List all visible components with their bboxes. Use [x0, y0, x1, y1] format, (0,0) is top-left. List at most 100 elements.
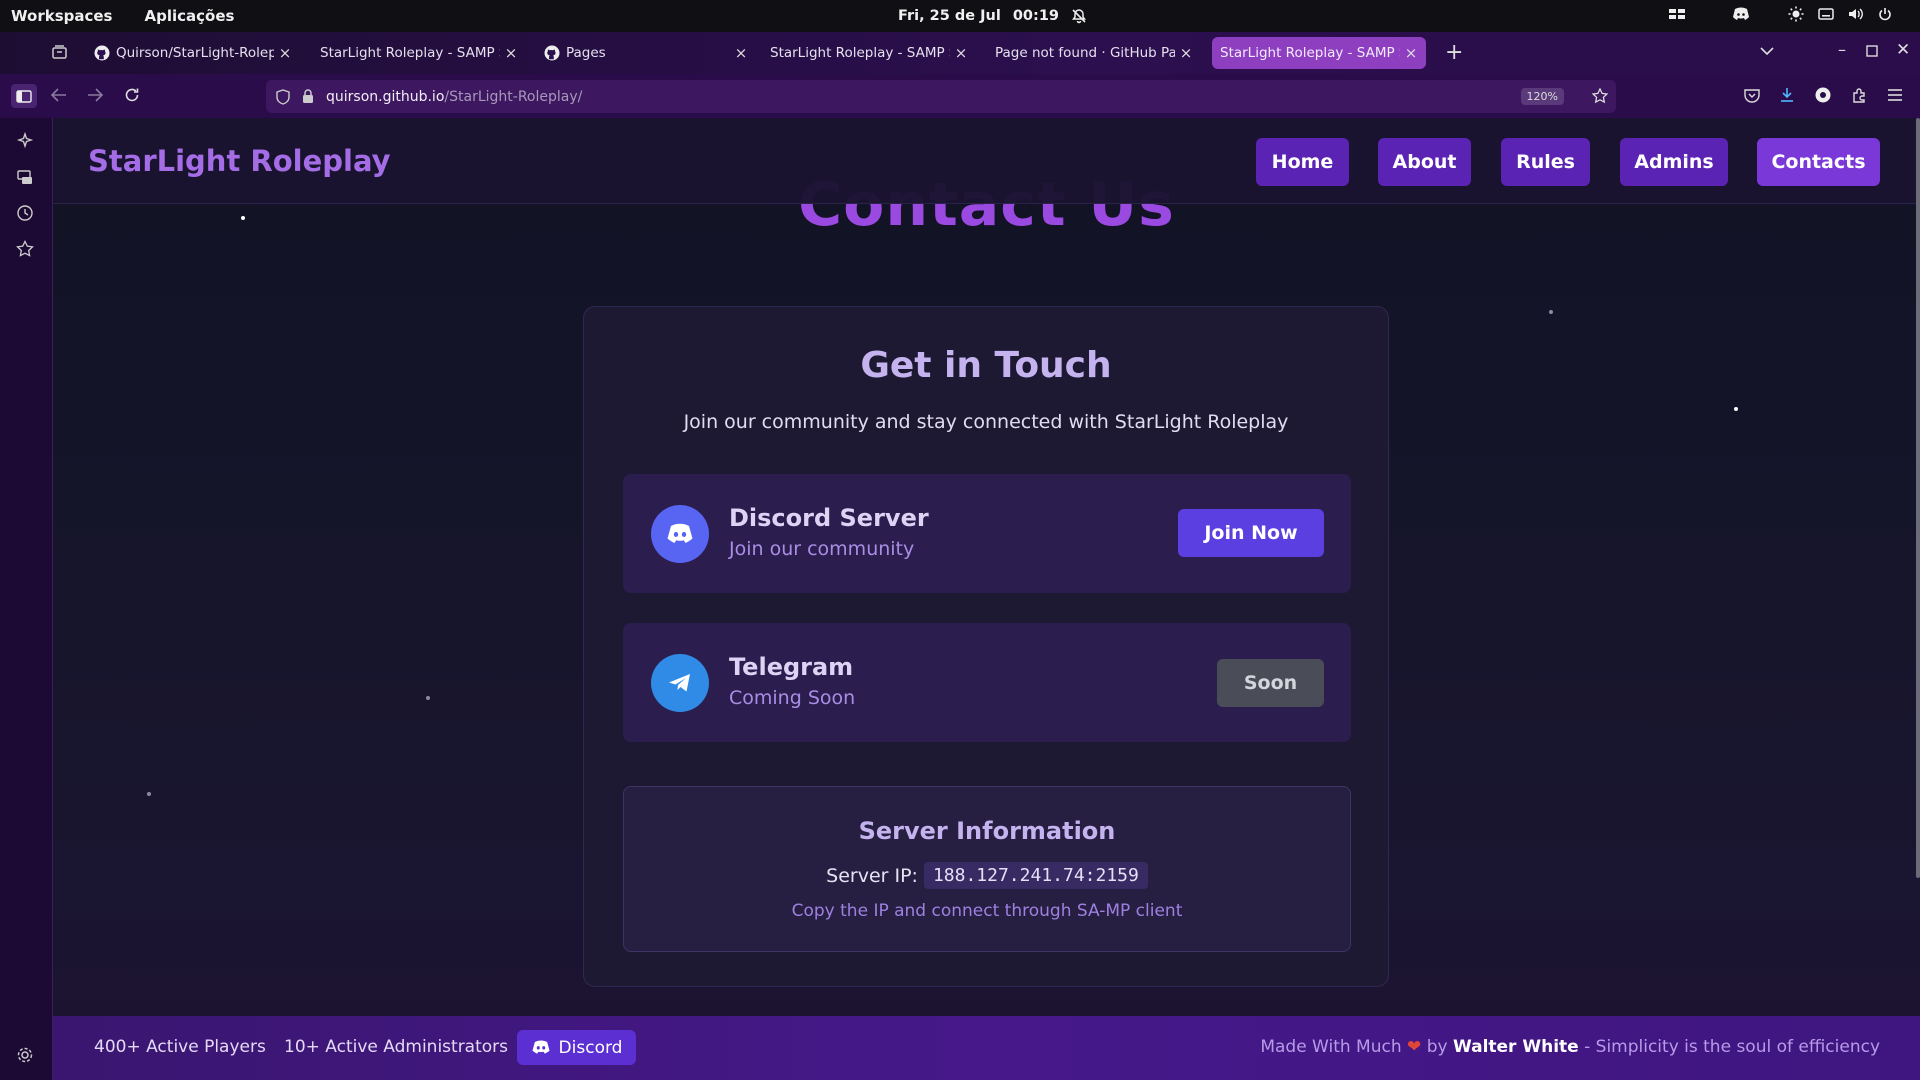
tagline-text: - Simplicity is the soul of efficiency [1584, 1037, 1880, 1057]
tab-title: StarLight Roleplay - SAMP Server [770, 45, 950, 61]
tab-title: StarLight Roleplay - SAMP Server [320, 45, 500, 61]
clock-time: 00:19 [1012, 8, 1059, 24]
tab-title: Quirson/StarLight-Roleplay [116, 45, 274, 61]
site-logo[interactable]: StarLight Roleplay [88, 144, 391, 178]
clock[interactable]: Fri, 25 de Jul 00:19 [898, 8, 1087, 24]
url-host: quirson.github.io [326, 88, 445, 105]
back-icon[interactable] [51, 88, 67, 102]
soon-button[interactable]: Soon [1217, 659, 1324, 707]
applications-menu[interactable]: Aplicações [144, 7, 234, 25]
heart-icon: ❤ [1407, 1037, 1422, 1057]
star-decoration [426, 696, 430, 700]
server-ip-line: Server IP: 188.127.241.74:2159 [624, 862, 1350, 889]
url-path: /StarLight-Roleplay/ [444, 88, 583, 105]
tab-starlight-active[interactable]: StarLight Roleplay - SAMP Server × [1212, 37, 1426, 69]
power-icon[interactable] [1878, 7, 1892, 21]
github-icon [544, 45, 560, 61]
new-tab-icon[interactable]: + [1445, 40, 1463, 65]
telegram-name: Telegram [729, 653, 854, 681]
discord-tray-icon[interactable] [1732, 7, 1750, 21]
contact-title: Get in Touch [860, 345, 1112, 386]
tab-overview-icon[interactable] [51, 44, 68, 61]
by-text: by [1426, 1037, 1448, 1057]
tab-starlight-1[interactable]: StarLight Roleplay - SAMP Server × [312, 37, 526, 69]
keyboard-icon[interactable] [1818, 7, 1834, 21]
discord-desc: Join our community [729, 538, 915, 560]
star-decoration [1549, 310, 1553, 314]
server-ip-label: Server IP: [826, 864, 918, 887]
footer-credits: Made With Much ❤ by Walter White - Simpl… [1260, 1037, 1880, 1057]
browser-nav-bar: quirson.github.io /StarLight-Roleplay/ 1… [0, 74, 1920, 118]
bell-off-icon [1071, 8, 1087, 24]
active-players-stat: 400+ Active Players [94, 1037, 266, 1057]
tab-page-not-found[interactable]: Page not found · GitHub Pages × [987, 37, 1201, 69]
workspaces-menu[interactable]: Workspaces [11, 7, 112, 25]
brightness-icon[interactable] [1788, 6, 1804, 22]
star-decoration [147, 792, 151, 796]
server-ip-note: Copy the IP and connect through SA-MP cl… [791, 901, 1183, 921]
discord-row: Discord Server Join our community Join N… [623, 474, 1351, 593]
page-scrollbar[interactable] [1916, 118, 1920, 878]
history-icon[interactable] [16, 204, 34, 222]
minimize-icon[interactable]: – [1838, 40, 1846, 59]
footer-discord-button[interactable]: Discord [517, 1030, 636, 1065]
contact-subtitle: Join our community and stay connected wi… [683, 411, 1289, 433]
menu-hamburger-icon[interactable] [1887, 88, 1903, 102]
ai-chatbot-icon[interactable] [16, 132, 34, 150]
pocket-icon[interactable] [1744, 88, 1760, 103]
active-admins-stat: 10+ Active Administrators [284, 1037, 509, 1057]
os-top-bar: Workspaces Aplicações Fri, 25 de Jul 00:… [0, 0, 1920, 32]
nav-rules-button[interactable]: Rules [1501, 138, 1590, 186]
forward-icon[interactable] [87, 88, 103, 102]
discord-icon [531, 1040, 551, 1055]
zoom-level[interactable]: 120% [1520, 88, 1564, 105]
web-page: Contact Us StarLight Roleplay Home About… [53, 118, 1920, 1080]
close-tab-icon[interactable]: × [1179, 44, 1193, 62]
downloads-icon[interactable] [1779, 87, 1795, 103]
server-ip-value[interactable]: 188.127.241.74:2159 [923, 862, 1148, 889]
reload-icon[interactable] [124, 87, 140, 103]
close-tab-icon[interactable]: × [504, 44, 518, 62]
volume-icon[interactable] [1848, 7, 1864, 21]
site-footer: 400+ Active Players 10+ Active Administr… [53, 1016, 1920, 1080]
join-now-button[interactable]: Join Now [1178, 509, 1324, 557]
workspace-indicator-icon[interactable] [1668, 7, 1686, 21]
synced-tabs-icon[interactable] [16, 168, 34, 186]
tab-starlight-2[interactable]: StarLight Roleplay - SAMP Server × [762, 37, 976, 69]
sidebar-settings-gear-icon[interactable] [16, 1046, 34, 1064]
sidebar-toggle-icon[interactable] [11, 84, 37, 108]
shield-icon[interactable] [276, 88, 290, 105]
browser-tab-bar: Quirson/StarLight-Roleplay × StarLight R… [0, 32, 1920, 74]
close-window-icon[interactable]: ✕ [1896, 40, 1910, 60]
tab-title: Page not found · GitHub Pages [995, 45, 1175, 61]
telegram-desc: Coming Soon [729, 687, 856, 709]
tab-title: Pages [566, 45, 606, 61]
lock-icon[interactable] [302, 89, 314, 104]
github-icon [94, 45, 110, 61]
tab-github-repo[interactable]: Quirson/StarLight-Roleplay × [86, 37, 300, 69]
system-tray [1668, 6, 1892, 22]
extensions-icon[interactable] [1851, 87, 1867, 103]
star-decoration [1734, 407, 1738, 411]
nav-contacts-button[interactable]: Contacts [1757, 138, 1880, 186]
tab-pages[interactable]: Pages × [536, 37, 756, 69]
bookmarks-icon[interactable] [16, 240, 34, 258]
server-info-box: Server Information Server IP: 188.127.24… [623, 786, 1351, 952]
close-tab-icon[interactable]: × [734, 44, 748, 62]
footer-discord-label: Discord [558, 1037, 623, 1058]
bookmark-star-icon[interactable] [1592, 88, 1608, 104]
account-icon[interactable] [1815, 87, 1831, 103]
browser-sidebar [0, 118, 53, 1080]
url-bar[interactable]: quirson.github.io /StarLight-Roleplay/ 1… [266, 80, 1616, 113]
close-tab-icon[interactable]: × [278, 44, 292, 62]
nav-about-button[interactable]: About [1378, 138, 1471, 186]
tab-list-chevron-icon[interactable] [1760, 46, 1774, 56]
tab-title: StarLight Roleplay - SAMP Server [1220, 45, 1400, 61]
clock-date: Fri, 25 de Jul [898, 8, 1001, 24]
maximize-icon[interactable] [1866, 45, 1878, 57]
nav-home-button[interactable]: Home [1256, 138, 1349, 186]
nav-admins-button[interactable]: Admins [1620, 138, 1728, 186]
close-tab-icon[interactable]: × [1404, 44, 1418, 62]
close-tab-icon[interactable]: × [954, 44, 968, 62]
contact-card: Get in Touch Join our community and stay… [583, 306, 1389, 987]
